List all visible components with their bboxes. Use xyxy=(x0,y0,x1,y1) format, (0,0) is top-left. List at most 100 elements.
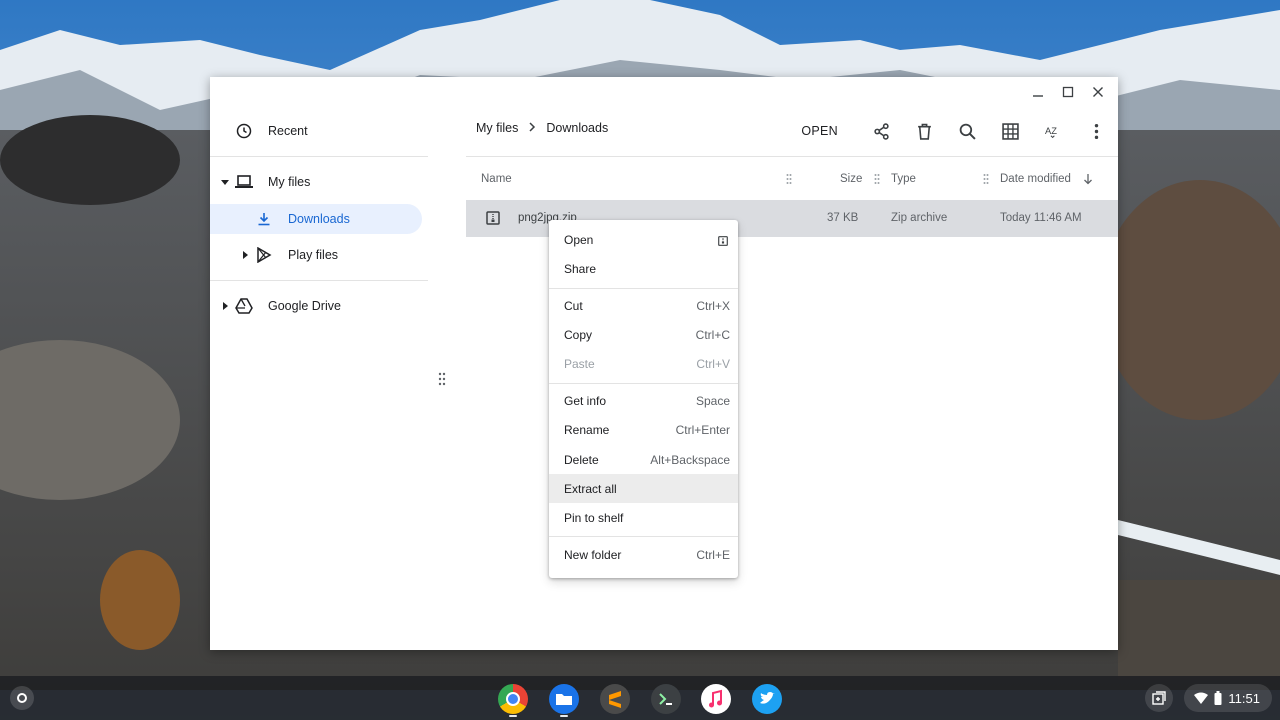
status-tray[interactable]: 11:51 xyxy=(1184,684,1272,712)
chevron-right-icon[interactable] xyxy=(240,250,250,260)
menu-item-copy[interactable]: Copy Ctrl+C xyxy=(549,320,738,349)
terminal-icon[interactable] xyxy=(651,684,681,714)
toolbar: OPEN AZ xyxy=(801,117,1118,145)
menu-item-label: New folder xyxy=(564,548,622,562)
column-header-name[interactable]: Name xyxy=(481,173,512,185)
zip-file-icon xyxy=(718,235,728,249)
menu-item-delete[interactable]: Delete Alt+Backspace xyxy=(549,445,738,474)
column-resize-handle[interactable] xyxy=(874,173,880,185)
battery-icon xyxy=(1214,691,1222,705)
context-menu: Open Share Cut Ctrl+X Copy Ctrl+C Paste … xyxy=(549,220,738,578)
sidebar: Recent My files Downloads Play files Goo… xyxy=(210,77,428,650)
sidebar-item-my-files[interactable]: My files xyxy=(210,167,428,197)
menu-item-get-info[interactable]: Get info Space xyxy=(549,386,738,415)
more-vert-icon xyxy=(1094,123,1099,139)
wifi-icon xyxy=(1194,692,1208,704)
more-options-button[interactable] xyxy=(1075,117,1118,145)
sort-az-icon: AZ xyxy=(1045,126,1057,138)
sidebar-item-label: Recent xyxy=(268,124,308,138)
menu-item-label: Copy xyxy=(564,328,593,342)
zip-file-icon xyxy=(486,211,500,228)
column-resize-handle[interactable] xyxy=(786,173,792,185)
grid-view-button[interactable] xyxy=(989,117,1032,145)
running-indicator xyxy=(560,715,568,717)
menu-item-open[interactable]: Open xyxy=(549,225,738,254)
sidebar-divider xyxy=(210,280,428,281)
menu-item-shortcut: Space xyxy=(695,394,730,408)
menu-item-new-folder[interactable]: New folder Ctrl+E xyxy=(549,540,738,569)
chrome-icon[interactable] xyxy=(498,684,528,714)
chevron-down-icon[interactable] xyxy=(220,177,230,187)
search-icon xyxy=(959,123,976,140)
launcher-icon xyxy=(17,693,27,703)
menu-item-label: Get info xyxy=(564,394,607,408)
menu-item-share[interactable]: Share xyxy=(549,254,738,283)
open-button[interactable]: OPEN xyxy=(801,124,838,138)
delete-button[interactable] xyxy=(903,117,946,145)
sort-button[interactable]: AZ xyxy=(1032,117,1075,145)
running-indicator xyxy=(509,715,517,717)
column-header-size[interactable]: Size xyxy=(840,173,862,185)
sidebar-item-label: Play files xyxy=(288,248,339,262)
grid-icon xyxy=(1002,122,1019,140)
menu-item-label: Open xyxy=(564,233,594,247)
breadcrumb-current[interactable]: Downloads xyxy=(546,121,608,135)
menu-item-label: Share xyxy=(564,262,597,276)
share-button[interactable] xyxy=(860,117,903,145)
search-button[interactable] xyxy=(946,117,989,145)
menu-item-extract-all[interactable]: Extract all xyxy=(549,474,738,503)
menu-item-rename[interactable]: Rename Ctrl+Enter xyxy=(549,415,738,444)
music-icon[interactable] xyxy=(701,684,731,714)
splitter-handle[interactable] xyxy=(438,372,446,386)
file-date-modified: Today 11:46 AM xyxy=(1000,212,1082,224)
download-icon xyxy=(255,210,273,228)
sidebar-item-google-drive[interactable]: Google Drive xyxy=(210,291,428,321)
chevron-right-icon[interactable] xyxy=(220,301,230,311)
file-type: Zip archive xyxy=(891,212,948,224)
menu-item-pin-to-shelf[interactable]: Pin to shelf xyxy=(549,503,738,532)
clock-icon xyxy=(235,122,253,140)
holding-space-button[interactable] xyxy=(1145,684,1173,712)
menu-item-label: Extract all xyxy=(564,482,617,496)
menu-item-shortcut: Ctrl+C xyxy=(695,328,730,342)
twitter-icon[interactable] xyxy=(752,684,782,714)
google-drive-icon xyxy=(235,297,253,315)
sidebar-item-label: Google Drive xyxy=(268,299,341,313)
menu-item-label: Delete xyxy=(564,453,599,467)
sidebar-item-label: Downloads xyxy=(288,212,350,226)
breadcrumb-root[interactable]: My files xyxy=(476,121,518,135)
menu-item-shortcut: Ctrl+Enter xyxy=(675,423,730,437)
play-store-icon xyxy=(255,246,273,264)
sublime-icon[interactable] xyxy=(600,684,630,714)
menu-item-paste: Paste Ctrl+V xyxy=(549,349,738,378)
menu-divider xyxy=(549,383,738,384)
sidebar-divider xyxy=(210,156,428,157)
breadcrumb: My files Downloads xyxy=(476,121,608,135)
menu-item-label: Cut xyxy=(564,299,583,313)
holding-space-icon xyxy=(1152,691,1166,705)
chevron-right-icon xyxy=(528,121,536,135)
svg-text:AZ: AZ xyxy=(1045,126,1057,136)
menu-item-cut[interactable]: Cut Ctrl+X xyxy=(549,291,738,320)
menu-item-shortcut: Ctrl+V xyxy=(696,357,730,371)
menu-item-label: Rename xyxy=(564,423,610,437)
menu-item-shortcut: Ctrl+E xyxy=(696,548,730,562)
menu-divider xyxy=(549,288,738,289)
column-resize-handle[interactable] xyxy=(983,173,989,185)
column-header-date-modified[interactable]: Date modified xyxy=(1000,173,1071,185)
menu-divider xyxy=(549,536,738,537)
column-header-type[interactable]: Type xyxy=(891,173,916,185)
menu-item-shortcut: Ctrl+X xyxy=(696,299,730,313)
share-icon xyxy=(874,122,889,140)
arrow-down-icon xyxy=(1084,174,1092,185)
sidebar-item-recent[interactable]: Recent xyxy=(210,116,428,146)
sidebar-item-downloads[interactable]: Downloads xyxy=(210,204,422,234)
trash-icon xyxy=(918,123,931,140)
menu-item-shortcut: Alt+Backspace xyxy=(650,453,730,467)
header-divider xyxy=(466,156,1118,157)
menu-item-label: Paste xyxy=(564,357,595,371)
launcher-button[interactable] xyxy=(10,686,34,710)
file-size: 37 KB xyxy=(827,212,859,224)
sidebar-item-play-files[interactable]: Play files xyxy=(210,240,428,270)
files-icon[interactable] xyxy=(549,684,579,714)
